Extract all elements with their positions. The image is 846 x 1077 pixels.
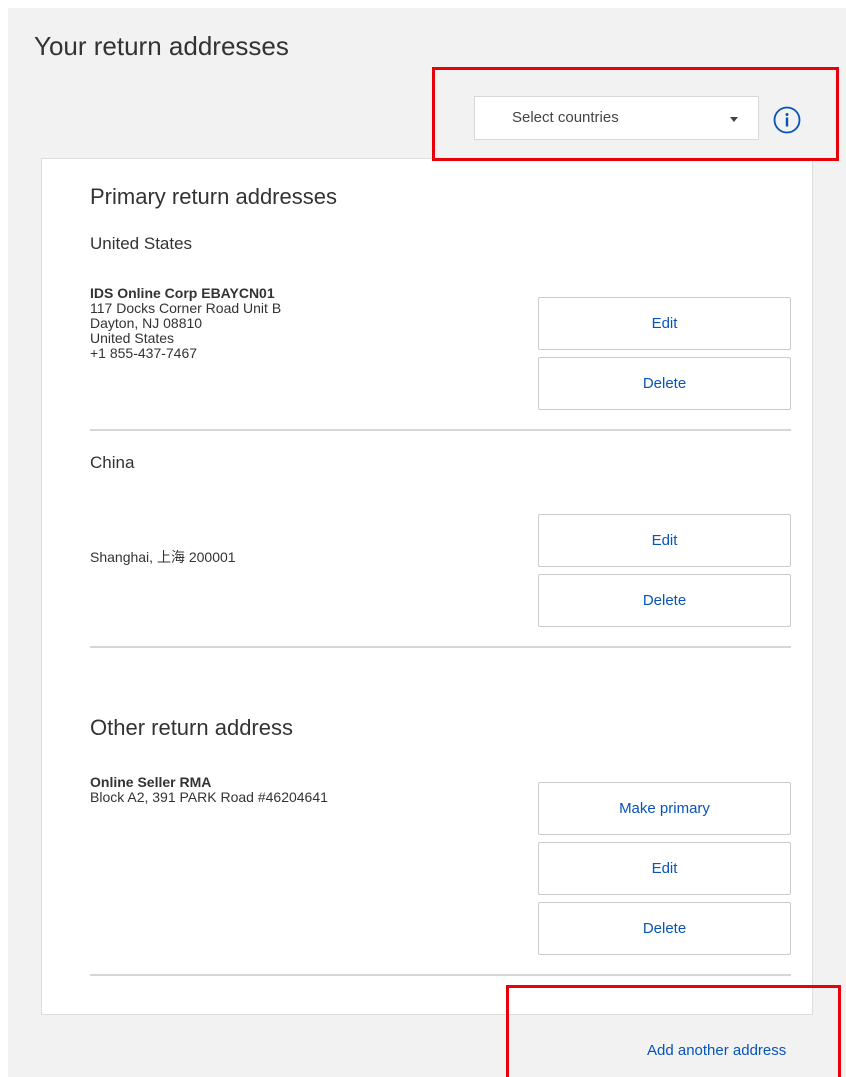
other-addresses-heading: Other return address	[90, 715, 293, 740]
delete-button-china[interactable]: Delete	[538, 574, 791, 627]
edit-button-united-states[interactable]: Edit	[538, 297, 791, 350]
address-phone: +1 855-437-7467	[90, 345, 198, 361]
address-line: Dayton, NJ 08810	[90, 315, 203, 331]
add-another-address-link[interactable]: Add another address	[647, 1042, 786, 1059]
edit-button-china[interactable]: Edit	[538, 514, 791, 567]
divider	[90, 974, 791, 976]
address-line: 117 Docks Corner Road Unit B	[90, 300, 282, 316]
edit-button-other[interactable]: Edit	[538, 842, 791, 895]
page-title: Your return addresses	[34, 31, 289, 61]
address-line: Block A2, 391 PARK Road #46204641	[90, 789, 328, 805]
address-line: Shanghai, 上海 200001	[90, 549, 236, 565]
divider	[90, 646, 791, 648]
caret-down-icon	[730, 117, 738, 122]
address-name: Online Seller RMA	[90, 774, 212, 790]
address-other: Online Seller RMA Block A2, 391 PARK Roa…	[90, 775, 328, 805]
delete-button-united-states[interactable]: Delete	[538, 357, 791, 410]
address-name: IDS Online Corp EBAYCN01	[90, 285, 275, 301]
country-heading-united-states: United States	[90, 234, 193, 253]
address-china: Shanghai, 上海 200001	[90, 550, 236, 565]
delete-button-other[interactable]: Delete	[538, 902, 791, 955]
address-line: United States	[90, 330, 175, 346]
country-select-label: Select countries	[512, 109, 619, 126]
divider	[90, 429, 791, 431]
country-select[interactable]: Select countries	[474, 96, 759, 140]
primary-addresses-heading: Primary return addresses	[90, 184, 337, 209]
address-united-states: IDS Online Corp EBAYCN01 117 Docks Corne…	[90, 286, 281, 361]
make-primary-button[interactable]: Make primary	[538, 782, 791, 835]
info-circle-icon[interactable]	[772, 105, 802, 135]
country-heading-china: China	[90, 453, 135, 472]
